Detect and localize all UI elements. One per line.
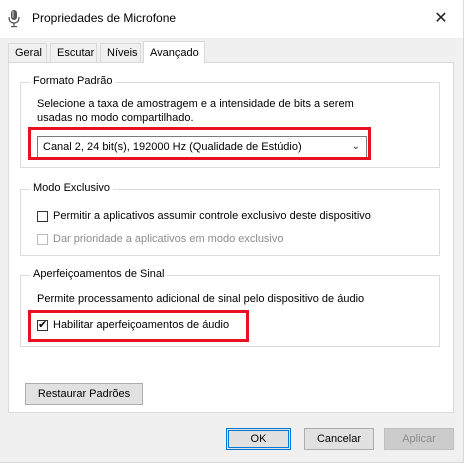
tab-geral[interactable]: Geral	[8, 43, 47, 62]
allow-exclusive-label: Permitir a aplicativos assumir controle …	[53, 210, 371, 222]
enable-enhancements-checkbox[interactable]: ✔ Habilitar aperfeiçoamentos de áudio	[37, 319, 229, 331]
apply-button: Aplicar	[384, 428, 454, 450]
properties-dialog: Propriedades de Microfone ✕ Geral Escuta…	[0, 0, 464, 463]
checkbox-box-disabled	[37, 233, 48, 245]
ok-button[interactable]: OK	[226, 428, 291, 450]
exclusive-mode-title: Modo Exclusivo	[30, 182, 114, 194]
default-format-description-line2: usadas no modo compartilhado.	[37, 112, 194, 124]
format-dropdown-value: Canal 2, 24 bit(s), 192000 Hz (Qualidade…	[43, 141, 302, 153]
priority-checkbox: Dar prioridade a aplicativos em modo exc…	[37, 233, 284, 245]
priority-label: Dar prioridade a aplicativos em modo exc…	[53, 233, 284, 245]
checkmark-icon: ✔	[38, 318, 48, 331]
default-format-description-line1: Selecione a taxa de amostragem e a inten…	[37, 98, 354, 110]
close-button[interactable]: ✕	[427, 5, 455, 31]
microphone-icon	[8, 10, 20, 28]
enable-enhancements-label: Habilitar aperfeiçoamentos de áudio	[53, 319, 230, 331]
tab-escutar[interactable]: Escutar	[50, 43, 97, 62]
tab-niveis[interactable]: Níveis	[100, 43, 141, 62]
tab-avancado[interactable]: Avançado	[143, 41, 205, 63]
cancel-button[interactable]: Cancelar	[304, 428, 374, 450]
close-icon: ✕	[434, 10, 448, 27]
default-format-group: Formato Padrão Selecione a taxa de amost…	[20, 75, 440, 168]
format-dropdown[interactable]: Canal 2, 24 bit(s), 192000 Hz (Qualidade…	[37, 136, 367, 158]
chevron-down-icon: ⌄	[351, 141, 360, 152]
window-title: Propriedades de Microfone	[32, 11, 177, 25]
restore-defaults-button[interactable]: Restaurar Padrões	[25, 383, 143, 405]
default-format-title: Formato Padrão	[30, 75, 116, 87]
tab-panel-avancado: Formato Padrão Selecione a taxa de amost…	[8, 62, 454, 413]
signal-enhancements-group: Aperfeiçoamentos de Sinal Permite proces…	[20, 268, 440, 347]
allow-exclusive-checkbox[interactable]: Permitir a aplicativos assumir controle …	[37, 210, 371, 222]
checkbox-box[interactable]	[37, 210, 48, 222]
signal-enhancements-description: Permite processamento adicional de sinal…	[37, 293, 365, 305]
exclusive-mode-group: Modo Exclusivo Permitir a aplicativos as…	[20, 182, 440, 256]
checkbox-box-checked[interactable]: ✔	[37, 318, 48, 331]
title-bar: Propriedades de Microfone ✕	[0, 0, 463, 38]
signal-enhancements-title: Aperfeiçoamentos de Sinal	[30, 268, 168, 280]
